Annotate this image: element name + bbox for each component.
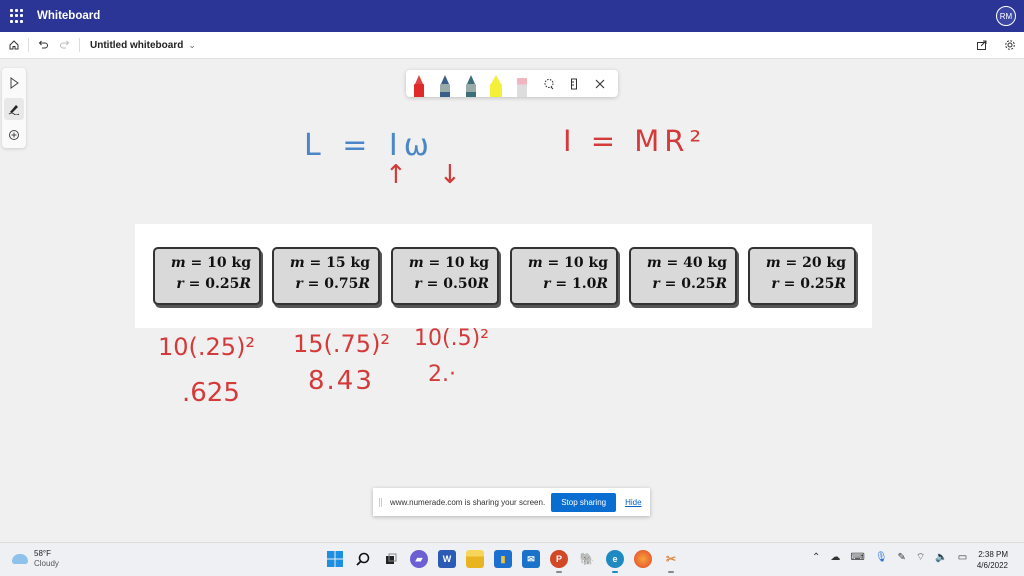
time: 2:38 PM — [978, 550, 1008, 559]
handwritten-result-2: 8.43 — [308, 366, 374, 396]
share-icon[interactable] — [974, 37, 990, 53]
weather-widget[interactable]: 58°F Cloudy — [12, 549, 59, 569]
app-title: Whiteboard — [37, 10, 101, 22]
stop-sharing-button[interactable]: Stop sharing — [551, 492, 617, 512]
volume-icon[interactable]: 🔈 — [935, 552, 947, 563]
undo-icon[interactable] — [35, 37, 51, 53]
lasso-icon[interactable] — [541, 76, 557, 92]
file-explorer-icon[interactable] — [466, 550, 484, 568]
postgres-icon[interactable]: 🐘 — [578, 550, 596, 568]
add-button[interactable] — [4, 124, 24, 146]
avatar[interactable]: RM — [996, 6, 1016, 26]
problem-image: m = 10 kg r = 0.25R m = 15 kg r = 0.75R … — [135, 224, 872, 328]
divider — [79, 38, 80, 52]
firefox-icon[interactable] — [634, 550, 652, 568]
microphone-icon[interactable]: 🎙 — [875, 552, 888, 563]
teal-pen[interactable] — [464, 75, 478, 97]
handwritten-calc-2: 15(.75)² — [293, 330, 391, 358]
ruler-icon[interactable] — [567, 76, 583, 92]
handwritten-equation-moment-of-inertia: I = MR² — [563, 124, 707, 158]
app-launcher-icon[interactable] — [10, 9, 24, 23]
handwritten-result-1: .625 — [182, 378, 240, 408]
handwritten-result-3: 2.· — [428, 362, 456, 387]
battery-icon[interactable]: ▭ — [958, 552, 967, 563]
chevron-up-icon[interactable]: ⌃ — [812, 552, 820, 563]
mail-icon[interactable]: ✉ — [522, 550, 540, 568]
document-toolbar: Untitled whiteboard ⌄ — [0, 32, 1024, 59]
add-icon — [9, 130, 19, 140]
close-icon[interactable] — [592, 76, 608, 92]
cloud-icon — [12, 554, 28, 564]
weather-temp: 58°F — [34, 549, 51, 558]
pen-menu-icon[interactable]: ✎ — [898, 552, 906, 563]
pen-tool-button[interactable] — [4, 98, 24, 120]
system-tray: ⌃ ☁ ⌨ 🎙 ✎ ⌔ 🔈 ▭ — [812, 551, 967, 564]
mass-card: m = 10 kg r = 0.50R — [391, 247, 499, 305]
onedrive-icon[interactable]: ☁ — [830, 552, 840, 563]
document-title[interactable]: Untitled whiteboard — [90, 40, 183, 51]
clock[interactable]: 2:38 PM 4/6/2022 — [977, 549, 1008, 571]
drag-handle[interactable] — [379, 497, 382, 507]
word-icon[interactable]: W — [438, 550, 456, 568]
chevron-down-icon[interactable]: ⌄ — [188, 40, 196, 51]
red-pen[interactable] — [412, 75, 426, 97]
edge-icon[interactable]: e — [606, 550, 624, 573]
mass-card: m = 40 kg r = 0.25R — [629, 247, 737, 305]
redo-icon[interactable] — [57, 37, 73, 53]
home-icon[interactable] — [6, 37, 22, 53]
mass-card: m = 15 kg r = 0.75R — [272, 247, 380, 305]
hide-link[interactable]: Hide — [625, 498, 641, 507]
power-bi-icon[interactable]: ▮ — [494, 550, 512, 568]
teams-chat-icon[interactable]: ▰ — [410, 550, 428, 568]
weather-desc: Cloudy — [34, 559, 59, 568]
taskbar: 58°F Cloudy ▰ W ▮ ✉ P 🐘 e ✂ ⌃ ☁ ⌨ 🎙 ✎ ⌔ … — [0, 542, 1024, 576]
handwritten-calc-3: 10(.5)² — [414, 326, 489, 351]
handwritten-calc-1: 10(.25)² — [158, 333, 256, 361]
screen-share-banner: www.numerade.com is sharing your screen.… — [373, 488, 650, 516]
highlighter[interactable] — [489, 75, 503, 97]
wifi-icon[interactable]: ⌔ — [916, 551, 925, 564]
handwritten-equation-angular-momentum: L = Iω — [304, 128, 435, 163]
select-tool-button[interactable] — [4, 72, 24, 94]
mass-card: m = 10 kg r = 1.0R — [510, 247, 618, 305]
divider — [28, 38, 29, 52]
ink-toolbar — [406, 70, 618, 97]
select-icon — [10, 77, 19, 89]
search-icon[interactable] — [354, 550, 372, 568]
handwritten-arrows: ↑ ↓ — [385, 160, 473, 190]
title-bar: Whiteboard RM — [0, 0, 1024, 32]
start-icon[interactable] — [326, 550, 344, 568]
tool-rail — [2, 68, 26, 148]
snipping-tool-icon[interactable]: ✂ — [662, 550, 680, 573]
powerpoint-icon[interactable]: P — [550, 550, 568, 573]
task-view-icon[interactable] — [382, 550, 400, 568]
mass-card: m = 10 kg r = 0.25R — [153, 247, 261, 305]
eraser[interactable] — [515, 75, 529, 97]
date: 4/6/2022 — [976, 561, 1008, 570]
pen-icon — [8, 105, 20, 115]
keyboard-icon[interactable]: ⌨ — [850, 552, 864, 563]
blue-pen[interactable] — [438, 75, 452, 97]
share-message: www.numerade.com is sharing your screen. — [390, 497, 546, 507]
mass-card: m = 20 kg r = 0.25R — [748, 247, 856, 305]
settings-icon[interactable] — [1002, 37, 1018, 53]
